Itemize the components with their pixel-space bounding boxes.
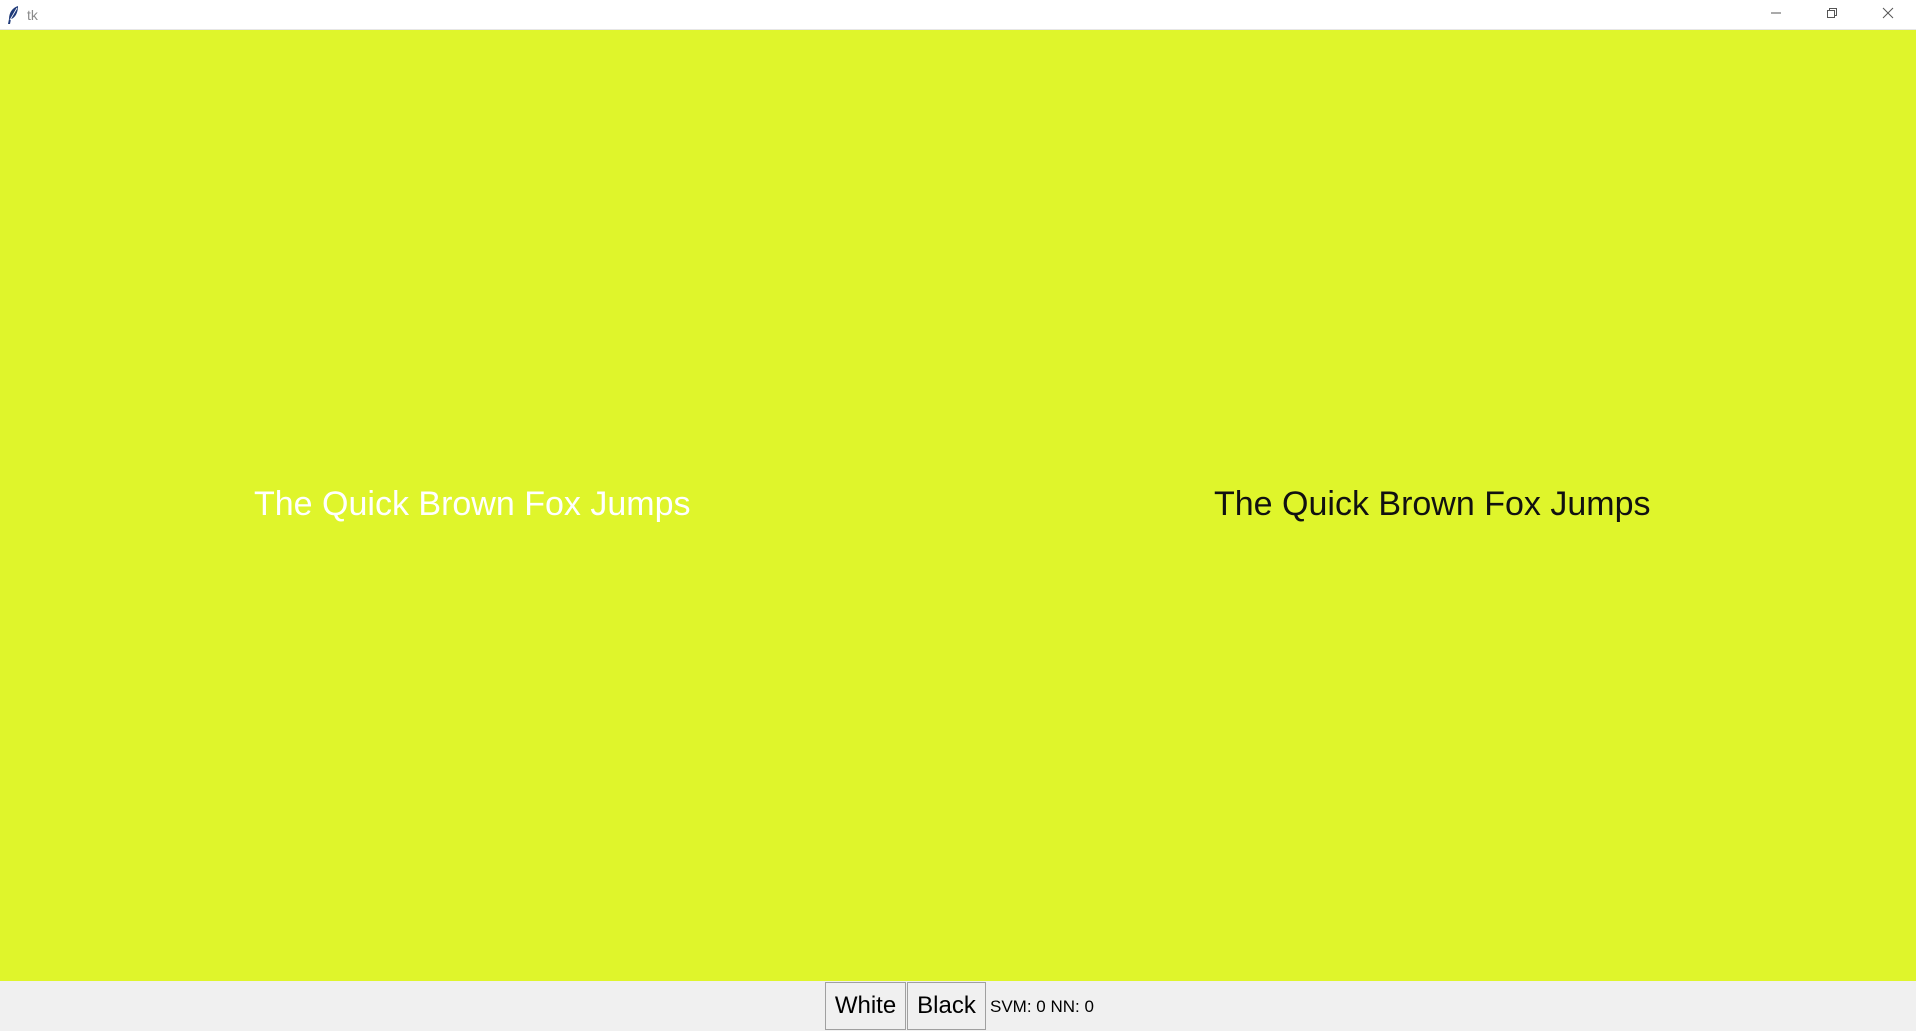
bottom-toolbar: White Black SVM: 0 NN: 0 <box>0 981 1916 1031</box>
window-title: tk <box>27 7 38 23</box>
title-bar[interactable]: tk <box>0 0 1916 30</box>
restore-button[interactable] <box>1804 0 1860 30</box>
minimize-icon <box>1770 6 1782 24</box>
color-canvas: The Quick Brown Fox Jumps The Quick Brow… <box>0 30 1916 981</box>
prediction-status: SVM: 0 NN: 0 <box>990 997 1094 1016</box>
close-button[interactable] <box>1860 0 1916 30</box>
white-button[interactable]: White <box>825 982 906 1030</box>
minimize-button[interactable] <box>1748 0 1804 30</box>
close-icon <box>1882 6 1894 24</box>
app-window: tk The Quick Brown Fox Jumps The Quick B… <box>0 0 1916 1031</box>
black-button[interactable]: Black <box>907 982 986 1030</box>
restore-icon <box>1826 6 1838 24</box>
black-sample-text: The Quick Brown Fox Jumps <box>1214 485 1651 523</box>
white-sample-text: The Quick Brown Fox Jumps <box>254 485 691 523</box>
tk-feather-icon <box>6 5 20 25</box>
